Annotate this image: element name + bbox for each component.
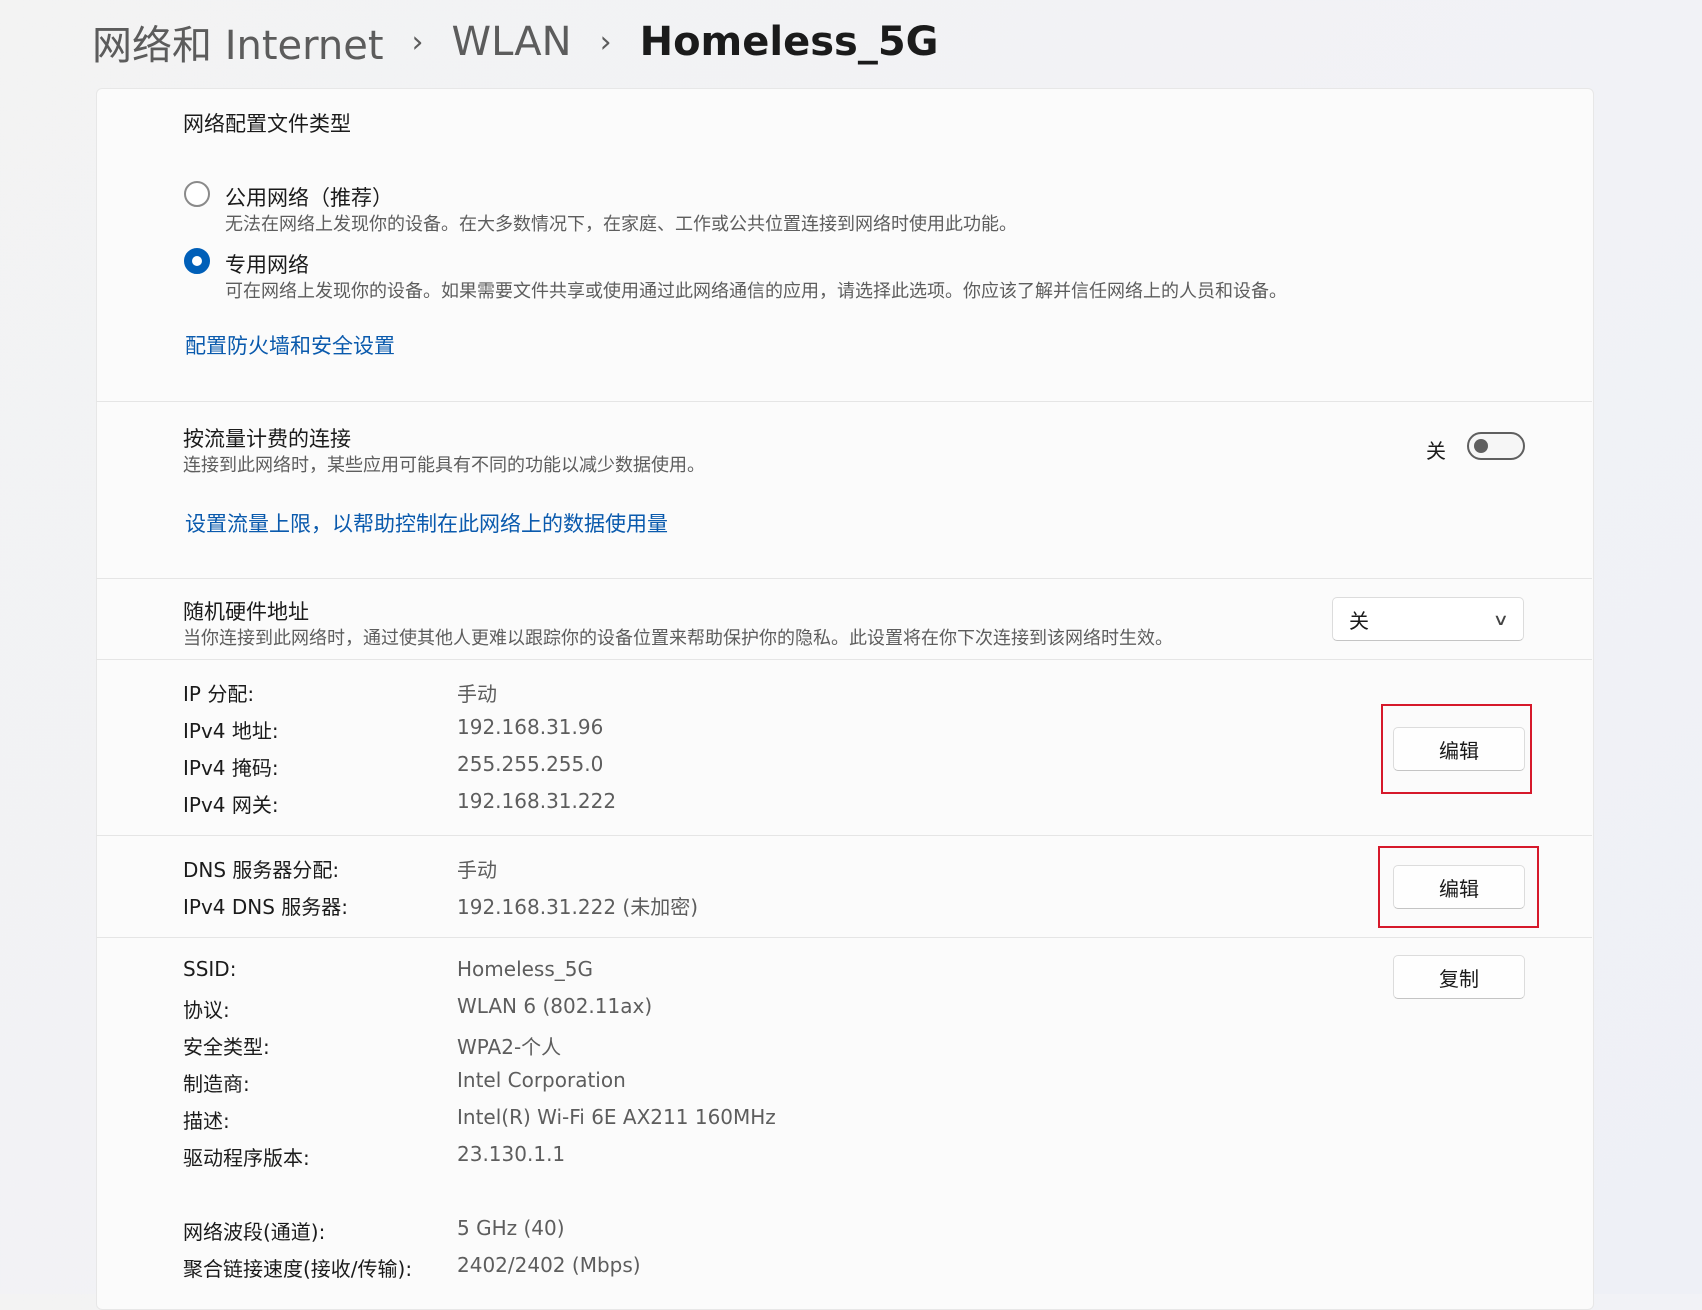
ip-key: IP 分配:: [183, 682, 255, 706]
ip-value: 192.168.31.96: [457, 715, 604, 739]
prop-key: 驱动程序版本:: [183, 1146, 310, 1170]
private-network-desc: 可在网络上发现你的设备。如果需要文件共享或使用通过此网络通信的应用，请选择此选项…: [225, 281, 1287, 302]
ip-value: 192.168.31.222: [457, 789, 617, 813]
data-limit-link[interactable]: 设置流量上限，以帮助控制在此网络上的数据使用量: [185, 508, 668, 538]
chevron-right-icon: ›: [411, 24, 424, 60]
breadcrumb: 网络和 Internet › WLAN › Homeless_5G: [92, 14, 938, 70]
prop-value: 5 GHz (40): [457, 1216, 565, 1240]
public-network-radio[interactable]: [184, 181, 210, 207]
ip-key: IPv4 地址:: [183, 719, 279, 743]
public-network-label[interactable]: 公用网络（推荐）: [225, 182, 393, 212]
prop-key: 网络波段(通道):: [183, 1220, 326, 1244]
chevron-down-icon: ∨: [1492, 609, 1510, 629]
profile-type-title: 网络配置文件类型: [183, 112, 351, 136]
divider: [96, 937, 1592, 938]
prop-value: 23.130.1.1: [457, 1142, 566, 1166]
prop-value: Homeless_5G: [457, 957, 593, 981]
prop-key: 描述:: [183, 1109, 230, 1133]
ip-edit-button[interactable]: 编辑: [1393, 727, 1525, 771]
ip-value: 255.255.255.0: [457, 752, 604, 776]
metered-state-label: 关: [1426, 439, 1446, 463]
dns-value: 192.168.31.222 (未加密): [457, 895, 699, 919]
ip-value: 手动: [457, 682, 497, 706]
chevron-right-icon: ›: [599, 24, 612, 60]
divider: [96, 401, 1592, 402]
prop-key: SSID:: [183, 957, 237, 981]
public-network-desc: 无法在网络上发现你的设备。在大多数情况下，在家庭、工作或公共位置连接到网络时使用…: [225, 214, 1017, 235]
dns-key: IPv4 DNS 服务器:: [183, 895, 349, 919]
prop-value: Intel(R) Wi-Fi 6E AX211 160MHz: [457, 1105, 776, 1129]
random-mac-dropdown[interactable]: 关 ∨: [1332, 597, 1524, 641]
ip-key: IPv4 网关:: [183, 793, 279, 817]
divider: [96, 835, 1592, 836]
prop-value: 2402/2402 (Mbps): [457, 1253, 641, 1277]
dns-edit-button[interactable]: 编辑: [1393, 865, 1525, 909]
breadcrumb-root[interactable]: 网络和 Internet: [92, 13, 384, 71]
metered-desc: 连接到此网络时，某些应用可能具有不同的功能以减少数据使用。: [183, 455, 705, 476]
metered-title: 按流量计费的连接: [183, 427, 351, 451]
private-network-label[interactable]: 专用网络: [225, 249, 309, 279]
firewall-settings-link[interactable]: 配置防火墙和安全设置: [185, 330, 395, 360]
prop-key: 聚合链接速度(接收/传输):: [183, 1257, 413, 1281]
divider: [96, 578, 1592, 579]
divider: [96, 659, 1592, 660]
prop-value: WPA2-个人: [457, 1035, 562, 1059]
dns-key: DNS 服务器分配:: [183, 858, 340, 882]
settings-panel: [96, 88, 1594, 1310]
random-mac-title: 随机硬件地址: [183, 600, 309, 624]
prop-key: 协议:: [183, 998, 230, 1022]
copy-button[interactable]: 复制: [1393, 955, 1525, 999]
prop-value: Intel Corporation: [457, 1068, 626, 1092]
breadcrumb-wlan[interactable]: WLAN: [452, 19, 572, 65]
random-mac-desc: 当你连接到此网络时，通过使其他人更难以跟踪你的设备位置来帮助保护你的隐私。此设置…: [183, 628, 1173, 649]
dns-value: 手动: [457, 858, 497, 882]
prop-key: 制造商:: [183, 1072, 250, 1096]
prop-key: 安全类型:: [183, 1035, 270, 1059]
page-title: Homeless_5G: [639, 19, 939, 65]
metered-toggle[interactable]: [1467, 432, 1525, 460]
random-mac-selected: 关: [1349, 608, 1369, 633]
private-network-radio[interactable]: [184, 248, 210, 274]
toggle-knob: [1474, 439, 1488, 453]
ip-key: IPv4 掩码:: [183, 756, 279, 780]
prop-value: WLAN 6 (802.11ax): [457, 994, 653, 1018]
